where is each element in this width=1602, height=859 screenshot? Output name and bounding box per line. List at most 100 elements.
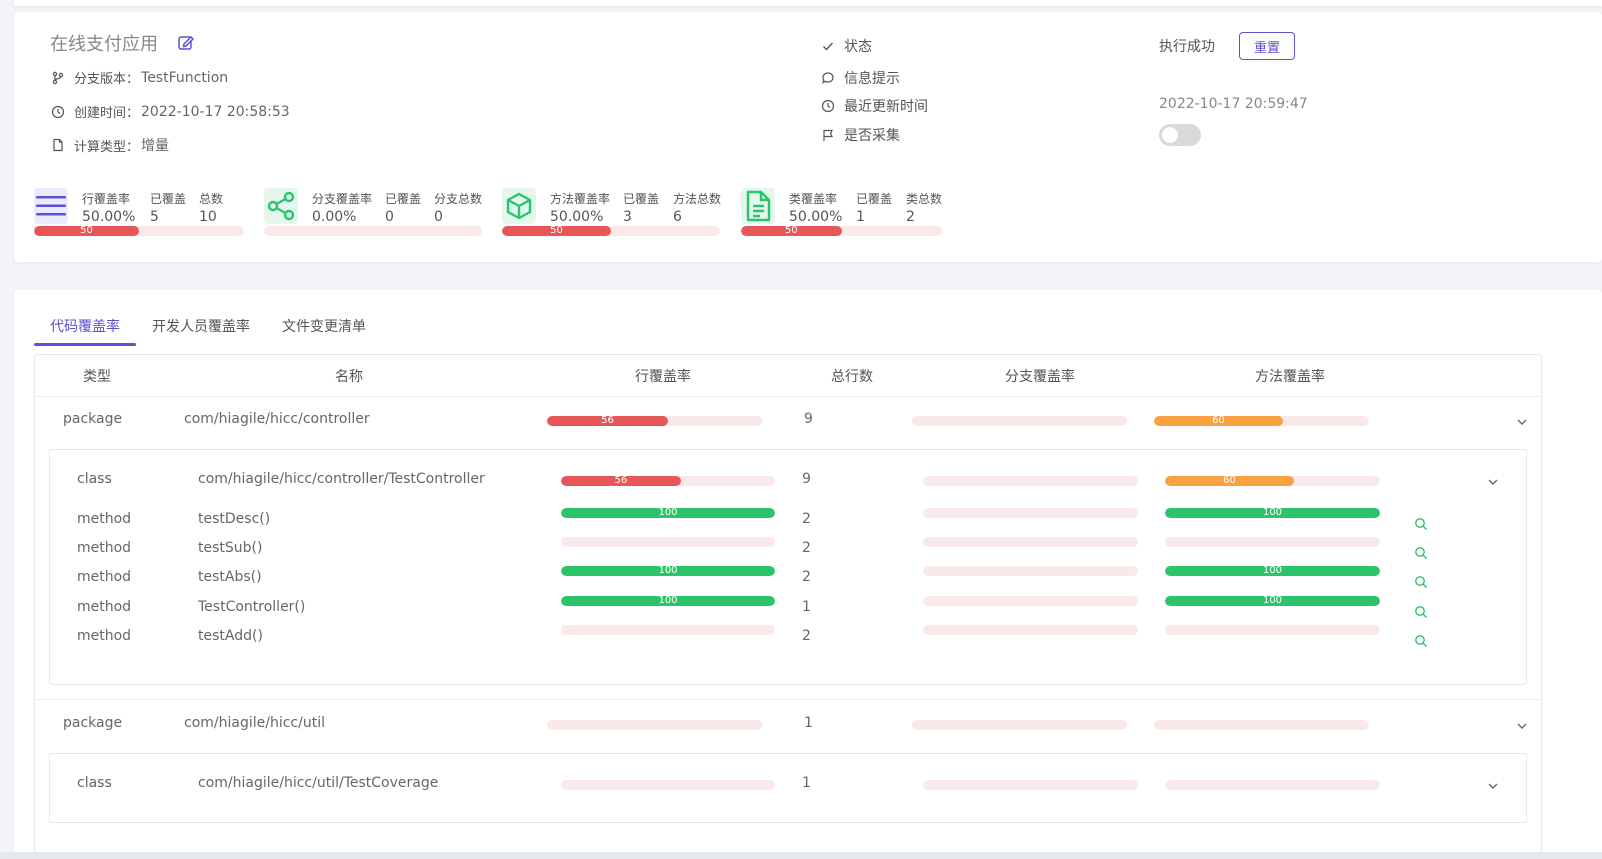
metric-total: 类总数 2 [906,190,942,225]
metric-rate: 行覆盖率 50.00% [82,190,135,225]
method-rate-fill: 100 [1165,508,1380,518]
metric-total-label: 方法总数 [673,192,722,206]
search-icon[interactable] [1414,546,1428,560]
metric-rate-value: 50.00% [82,209,136,225]
reset-button[interactable]: 重置 [1239,32,1295,60]
metric-progress-fill: 50 [34,226,139,236]
chevron-down-icon[interactable] [1486,779,1500,793]
top-strip [14,0,1602,6]
metric-rate: 类覆盖率 50.00% [789,190,842,225]
clock-icon [50,104,66,120]
summary-card: 在线支付应用 分支版本： TestFunction 创建时间： 2022-10-… [14,12,1602,262]
row-name: testAdd() [198,628,263,644]
row-type: method [77,599,132,615]
tab-developer-coverage[interactable]: 开发人员覆盖率 [136,308,266,346]
method-rate-bar [1165,625,1380,635]
metric-total-value: 10 [199,209,217,225]
row-lines: 9 [804,411,813,427]
metric-rate-label: 分支覆盖率 [312,192,373,206]
collect-row: 是否采集 [820,125,900,145]
row-type: method [77,540,132,556]
bottom-scroll-strip [0,852,1602,859]
updated-row: 最近更新时间 [820,96,928,116]
metric-total-label: 总数 [199,192,224,206]
row-type: method [77,511,132,527]
line-rate-bar: 100 [561,596,775,606]
chevron-down-icon[interactable] [1515,415,1529,429]
coverage-table: 类型 名称 行覆盖率 总行数 分支覆盖率 方法覆盖率 package com/h… [34,354,1542,859]
line-rate-bar: 100 [561,566,775,576]
row-lines: 9 [802,471,811,487]
row-lines: 2 [802,628,811,644]
calc-value: 增量 [141,138,170,154]
row-lines: 2 [802,511,811,527]
method-rate-bar: 100 [1165,596,1380,606]
header-line-rate: 行覆盖率 [635,369,691,385]
line-rate-bar: 56 [561,476,775,486]
line-rate-fill: 100 [561,566,775,576]
calc-row: 计算类型： 增量 [50,135,169,155]
line-rate-bar [561,625,775,635]
chevron-down-icon[interactable] [1486,475,1500,489]
row-divider [35,699,1541,700]
collect-label: 是否采集 [844,128,900,144]
branch-rate-bar [923,780,1138,790]
line-rate-bar: 56 [547,416,763,426]
row-lines: 2 [802,540,811,556]
branch-rate-bar [923,625,1138,635]
method-rate-bar [1165,537,1380,547]
header-type: 类型 [83,369,111,385]
method-rate-bar [1154,720,1369,730]
metric-covered: 已覆盖 3 [623,190,659,225]
metric-rate-label: 类覆盖率 [789,192,838,206]
info-label: 信息提示 [844,71,900,87]
row-name: testAbs() [198,569,262,585]
branch-label: 分支版本： [74,72,140,87]
tab-code-coverage[interactable]: 代码覆盖率 [34,308,136,346]
row-name: TestController() [198,599,306,615]
method-rate-bar [1165,780,1380,790]
search-icon[interactable] [1414,575,1428,589]
line-rate-bar [547,720,763,730]
metric-covered-value: 1 [856,209,865,225]
row-name: com/hiagile/hicc/controller/TestControll… [198,471,485,487]
row-lines: 1 [804,715,813,731]
metric-rate: 分支覆盖率 0.00% [312,190,372,225]
calc-label: 计算类型： [74,139,140,155]
metric-total: 方法总数 6 [673,190,721,225]
search-icon[interactable] [1414,605,1428,619]
metric-rate-value: 50.00% [789,209,843,225]
edit-icon[interactable] [176,33,196,53]
metric-rate-label: 方法覆盖率 [550,192,611,206]
row-type: method [77,569,132,585]
metric-progress-bar: 50 [502,226,720,236]
line-rate-fill: 56 [547,416,668,426]
search-icon[interactable] [1414,634,1428,648]
tab-file-changes[interactable]: 文件变更清单 [266,308,382,346]
branch-rate-bar [923,596,1138,606]
updated-label: 最近更新时间 [844,99,928,115]
created-label: 创建时间： [74,106,140,121]
row-name: com/hiagile/hicc/util/TestCoverage [198,775,439,791]
collect-toggle[interactable] [1159,124,1201,146]
metric-covered-value: 5 [150,209,159,225]
metric-covered-value: 0 [385,209,394,225]
method-rate-bar: 60 [1165,476,1380,486]
branch-rate-bar [923,537,1138,547]
chevron-down-icon[interactable] [1515,719,1529,733]
updated-value: 2022-10-17 20:59:47 [1159,96,1308,112]
row-type: method [77,628,132,644]
line-rate-fill: 100 [561,596,775,606]
metric-progress-fill: 50 [741,226,842,236]
branch-rate-bar [923,566,1138,576]
row-name: com/hiagile/hicc/util [184,715,325,731]
document-icon [741,188,775,224]
metric-covered-value: 3 [623,209,632,225]
branch-rate-bar [912,720,1127,730]
metric-covered-label: 已覆盖 [385,192,422,206]
search-icon[interactable] [1414,517,1428,531]
flag-icon [820,127,836,143]
status-row: 状态 [820,36,872,56]
metric-progress-bar: 50 [34,226,244,236]
metric-covered: 已覆盖 0 [385,190,421,225]
